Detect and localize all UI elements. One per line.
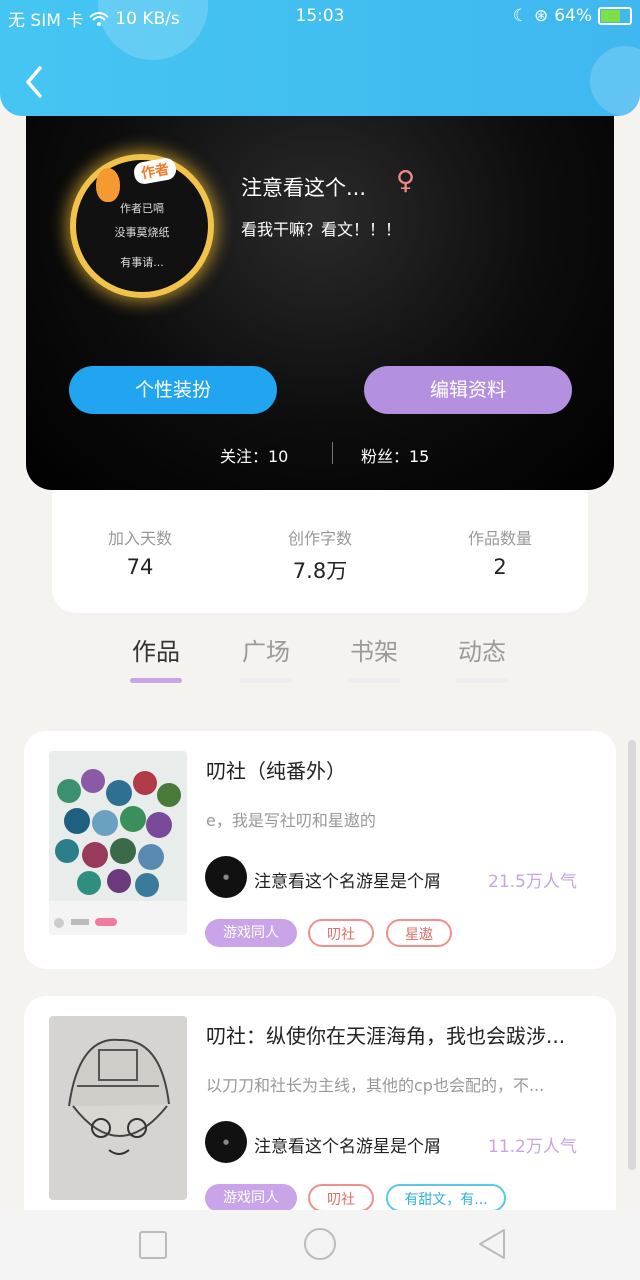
work-title[interactable]: 叨社：纵使你在天涯海角，我也会跋涉... (206, 1020, 596, 1049)
status-bar: 无 SIM 卡 10 KB/s 15:03 ☾ ⊛ 64% (0, 0, 640, 34)
avatar-text-line: 有事请... (120, 256, 164, 269)
work-card[interactable]: 叨社：纵使你在天涯海角，我也会跋涉... 以刀刀和社长为主线，其他的cp也会配的… (24, 996, 616, 1234)
fans-count[interactable]: 粉丝：15 (361, 443, 429, 467)
avatar-text-line: 没事莫烧纸 (114, 226, 170, 239)
system-nav-bar (0, 1210, 640, 1280)
lock-rotation-icon: ⊛ (533, 6, 549, 26)
stat-works-count: 作品数量 2 (430, 525, 570, 579)
work-cover-image[interactable] (49, 751, 187, 935)
work-title[interactable]: 叨社（纯番外） (206, 755, 596, 784)
flame-icon (96, 168, 120, 202)
tag[interactable]: 叨社 (308, 919, 374, 947)
user-bio: 看我干嘛？看文！！！ (241, 220, 402, 239)
tag[interactable]: 有甜文，有... (386, 1184, 506, 1212)
header-decoration (590, 46, 640, 116)
female-gender-icon: ♀ (396, 166, 416, 196)
tab-label: 作品 (132, 638, 180, 666)
profile-card: 作者已嗝 没事莫烧纸 有事请... 作者 注意看这个... ♀ 看我干嘛？看文！… (26, 100, 614, 490)
edit-profile-button[interactable]: 编辑资料 (364, 366, 572, 414)
tab-bookshelf[interactable]: 书架 (334, 632, 414, 683)
following-count[interactable]: 关注：10 (220, 443, 288, 467)
back-arrow-icon (26, 66, 42, 98)
stat-word-count: 创作字数 7.8万 (250, 525, 390, 585)
stat-value: 74 (126, 555, 154, 579)
stat-join-days: 加入天数 74 (70, 525, 210, 579)
stats-card: 加入天数 74 创作字数 7.8万 作品数量 2 (52, 480, 588, 613)
avatar-text-line: 作者已嗝 (120, 202, 164, 215)
home-icon[interactable] (304, 1228, 336, 1260)
work-cover-image[interactable] (49, 1016, 187, 1200)
stat-value: 2 (493, 555, 507, 579)
battery-icon (598, 7, 632, 25)
tab-indicator (240, 678, 292, 683)
tab-works[interactable]: 作品 (116, 632, 196, 683)
tab-indicator (456, 678, 508, 683)
tag[interactable]: 叨社 (308, 1184, 374, 1212)
username: 注意看这个... (241, 176, 367, 200)
popularity-count: 21.5万人气 (488, 872, 577, 892)
battery-percent: 64% (554, 6, 592, 26)
tab-label: 书架 (350, 638, 398, 666)
stat-label: 创作字数 (287, 529, 352, 548)
author-name: 注意看这个名游星是个屑 (254, 1137, 441, 1157)
popularity-count: 11.2万人气 (488, 1137, 577, 1157)
author-avatar: ● (205, 856, 247, 898)
scrollbar[interactable] (628, 740, 636, 1170)
tab-label: 广场 (242, 638, 290, 666)
tab-activity[interactable]: 动态 (442, 632, 522, 683)
work-card[interactable]: 叨社（纯番外） e，我是写社叨和星遨的 ● 注意看这个名游星是个屑 21.5万人… (24, 731, 616, 969)
stat-label: 加入天数 (107, 529, 172, 548)
back-button[interactable] (18, 62, 54, 102)
moon-icon: ☾ (512, 6, 528, 26)
tab-label: 动态 (458, 638, 506, 666)
tab-indicator (348, 678, 400, 683)
work-description: e，我是写社叨和星遨的 (206, 811, 376, 830)
tag-genre[interactable]: 游戏同人 (205, 919, 297, 947)
dress-up-button[interactable]: 个性装扮 (69, 366, 277, 414)
divider (332, 442, 333, 464)
author-avatar: ● (205, 1121, 247, 1163)
back-triangle-icon[interactable] (476, 1226, 508, 1262)
stat-value: 7.8万 (292, 559, 348, 583)
author-name: 注意看这个名游星是个屑 (254, 872, 441, 892)
profile-tabs: 作品 广场 书架 动态 (0, 632, 640, 692)
tag[interactable]: 星遨 (386, 919, 452, 947)
tab-plaza[interactable]: 广场 (226, 632, 306, 683)
stat-label: 作品数量 (467, 529, 532, 548)
work-description: 以刀刀和社长为主线，其他的cp也会配的，不... (206, 1076, 545, 1095)
tab-indicator (130, 678, 182, 683)
recent-apps-icon[interactable] (139, 1231, 167, 1259)
tag-genre[interactable]: 游戏同人 (205, 1184, 297, 1212)
